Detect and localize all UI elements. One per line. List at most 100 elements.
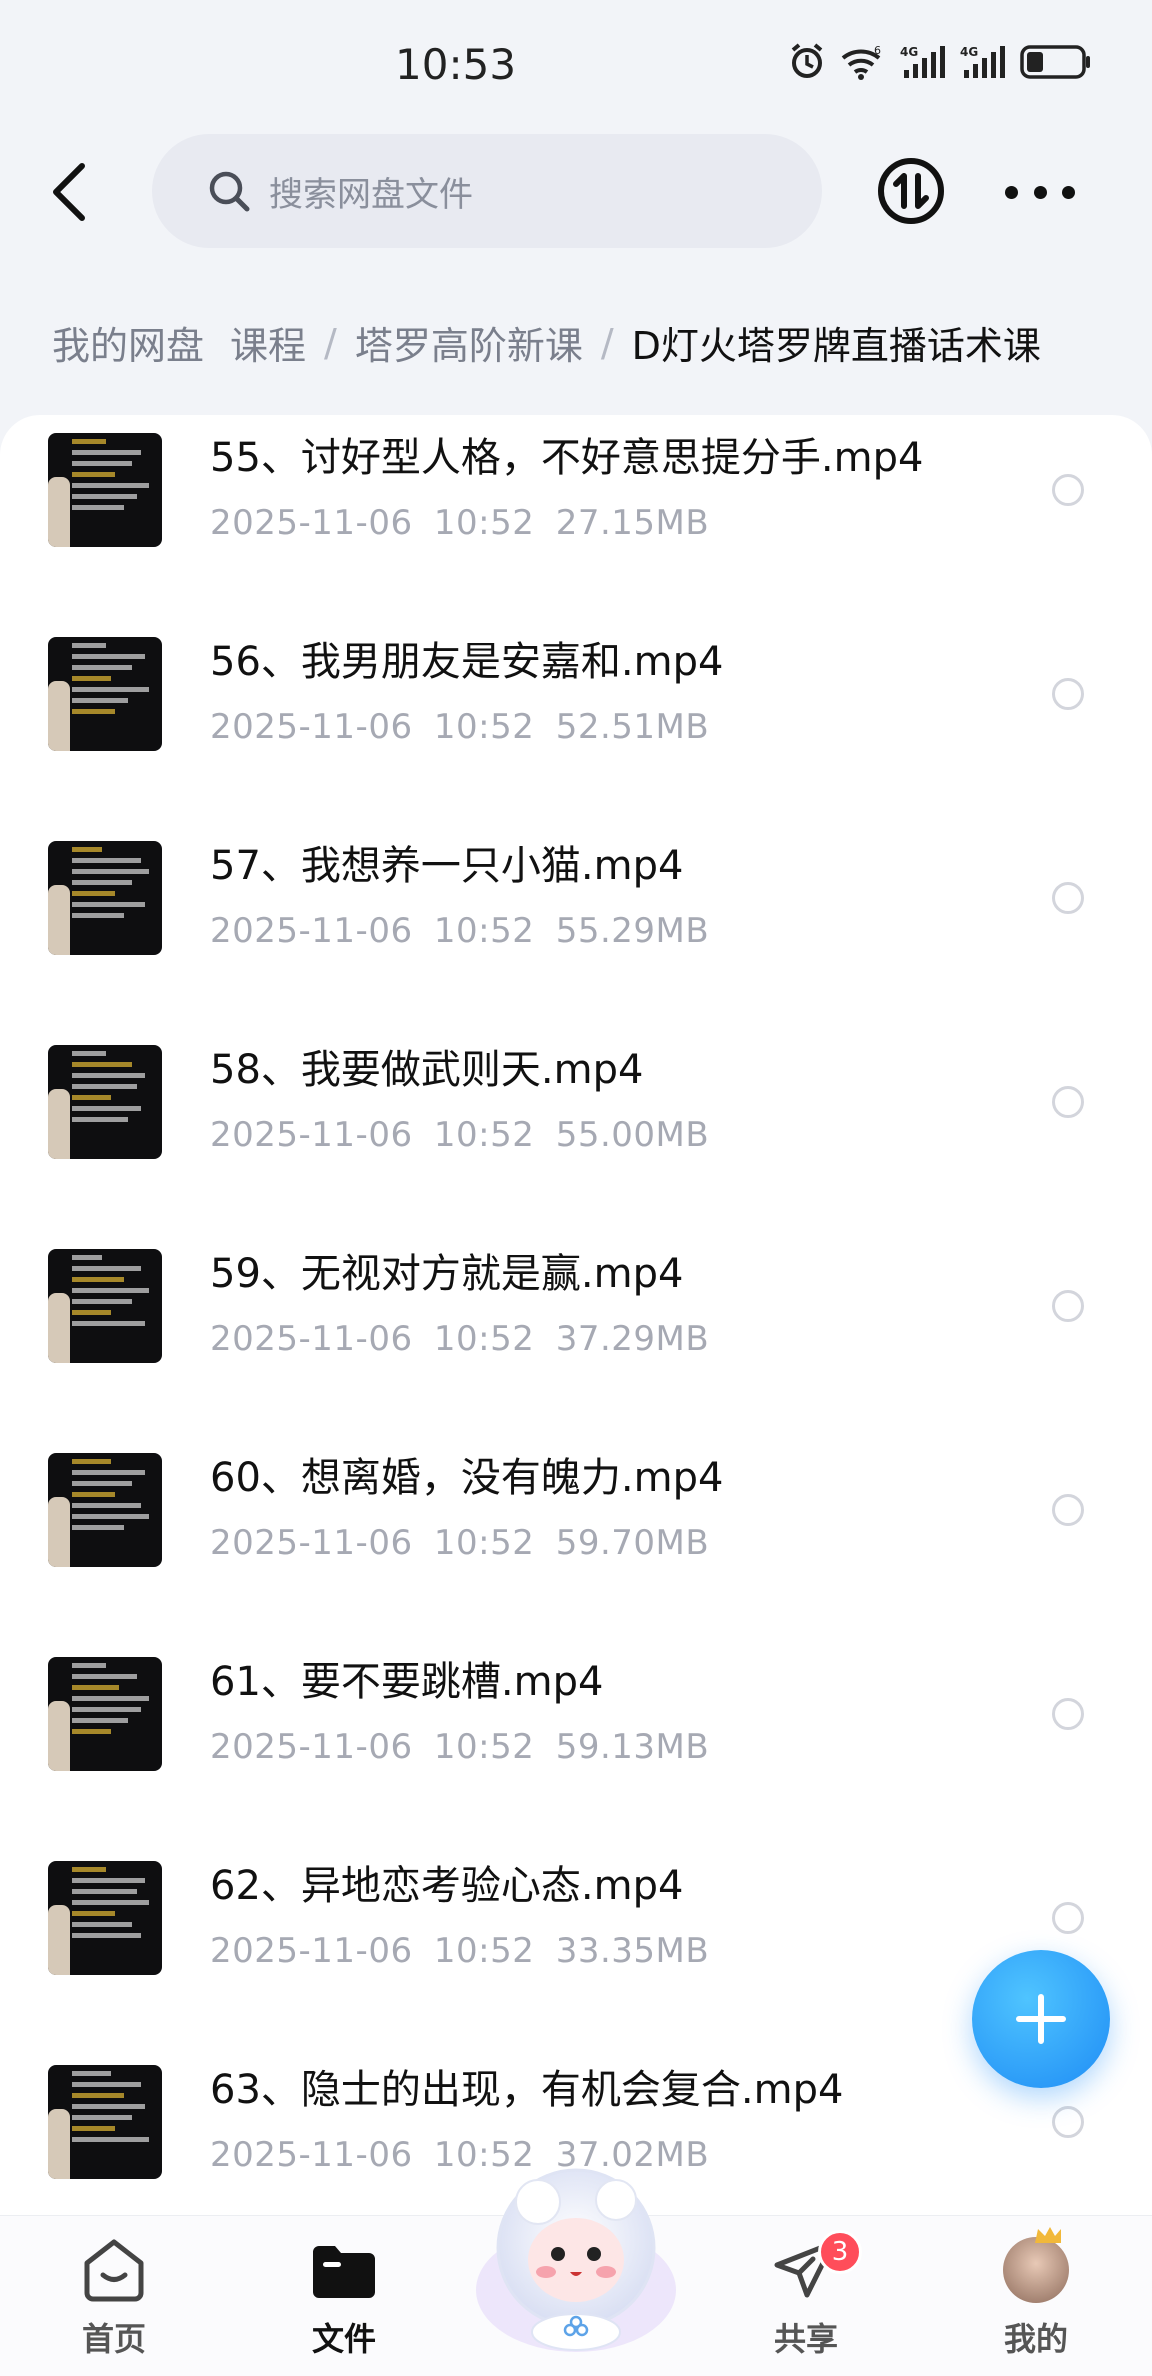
file-time: 10:52 [433, 1727, 535, 1767]
file-size: 55.00MB [555, 1115, 710, 1155]
avatar [1003, 2227, 1069, 2303]
file-date: 2025-11-06 [210, 707, 413, 747]
more-button[interactable] [1005, 174, 1075, 210]
file-date: 2025-11-06 [210, 1727, 413, 1767]
4g-signal-icon: 4G [900, 44, 946, 80]
search-input[interactable]: 搜索网盘文件 [152, 134, 822, 248]
video-thumbnail [48, 637, 162, 751]
mascot-icon [476, 2168, 676, 2352]
file-meta: 2025-11-06 10:52 33.35MB [210, 1931, 709, 1971]
file-size: 59.70MB [555, 1523, 710, 1563]
transfer-icon [878, 158, 944, 224]
4g-signal-icon: 4G [960, 44, 1006, 80]
video-thumbnail [48, 433, 162, 547]
file-meta: 2025-11-06 10:52 55.00MB [210, 1115, 709, 1155]
file-size: 27.15MB [555, 503, 710, 543]
file-size: 59.13MB [555, 1727, 710, 1767]
file-date: 2025-11-06 [210, 911, 413, 951]
file-time: 10:52 [433, 707, 535, 747]
file-name: 58、我要做武则天.mp4 [210, 1047, 644, 1093]
file-row[interactable]: 57、我想养一只小猫.mp4 2025-11-06 10:52 55.29MB [0, 823, 1152, 1027]
mascot-button[interactable] [466, 2150, 686, 2370]
nav-mine[interactable]: 我的 [966, 2227, 1106, 2366]
svg-text:6: 6 [874, 44, 881, 57]
file-time: 10:52 [433, 1115, 535, 1155]
file-meta: 2025-11-06 10:52 52.51MB [210, 707, 709, 747]
file-name: 55、讨好型人格，不好意思提分手.mp4 [210, 435, 924, 481]
file-row[interactable]: 58、我要做武则天.mp4 2025-11-06 10:52 55.00MB [0, 1027, 1152, 1231]
video-thumbnail [48, 1045, 162, 1159]
battery-icon [1020, 44, 1092, 80]
file-row[interactable]: 55、讨好型人格，不好意思提分手.mp4 2025-11-06 10:52 27… [0, 415, 1152, 619]
search-placeholder: 搜索网盘文件 [269, 174, 473, 215]
back-button[interactable] [40, 160, 100, 224]
select-checkbox[interactable] [1052, 474, 1084, 506]
nav-files[interactable]: 文件 [274, 2236, 414, 2366]
file-row[interactable]: 59、无视对方就是赢.mp4 2025-11-06 10:52 37.29MB [0, 1231, 1152, 1435]
file-size: 37.29MB [555, 1319, 710, 1359]
file-time: 10:52 [433, 1319, 535, 1359]
chevron-left-icon [53, 163, 85, 221]
nav-share-label: 共享 [773, 2320, 838, 2358]
file-name: 60、想离婚，没有魄力.mp4 [210, 1455, 724, 1501]
select-checkbox[interactable] [1052, 882, 1084, 914]
search-icon [209, 171, 250, 212]
more-dot-icon [1033, 185, 1047, 199]
file-date: 2025-11-06 [210, 2135, 413, 2175]
breadcrumb-separator: / [600, 320, 614, 365]
video-thumbnail [48, 841, 162, 955]
file-date: 2025-11-06 [210, 1931, 413, 1971]
file-row[interactable]: 56、我男朋友是安嘉和.mp4 2025-11-06 10:52 52.51MB [0, 619, 1152, 823]
file-meta: 2025-11-06 10:52 55.29MB [210, 911, 709, 951]
nav-share[interactable]: 3 共享 [736, 2230, 876, 2366]
select-checkbox[interactable] [1052, 2106, 1084, 2138]
home-icon [77, 2236, 151, 2304]
top-bar: 搜索网盘文件 [0, 130, 1152, 255]
file-name: 59、无视对方就是赢.mp4 [210, 1251, 684, 1297]
status-time: 10:53 [395, 40, 517, 89]
file-name: 56、我男朋友是安嘉和.mp4 [210, 639, 724, 685]
file-name: 62、异地恋考验心态.mp4 [210, 1863, 684, 1909]
svg-text:4G: 4G [900, 45, 918, 59]
select-checkbox[interactable] [1052, 1494, 1084, 1526]
nav-files-label: 文件 [311, 2320, 376, 2358]
file-name: 57、我想养一只小猫.mp4 [210, 843, 684, 889]
select-checkbox[interactable] [1052, 1086, 1084, 1118]
breadcrumb-track: 课程 / 塔罗高阶新课 / D灯火塔罗牌直播话术课 [230, 315, 1041, 370]
file-time: 10:52 [433, 503, 535, 543]
select-checkbox[interactable] [1052, 678, 1084, 710]
add-button[interactable] [972, 1950, 1110, 2088]
crown-icon [1035, 2227, 1061, 2243]
file-meta: 2025-11-06 10:52 27.15MB [210, 503, 709, 543]
nav-mine-label: 我的 [1003, 2320, 1068, 2358]
file-date: 2025-11-06 [210, 503, 413, 543]
video-thumbnail [48, 2065, 162, 2179]
nav-home[interactable]: 首页 [44, 2236, 184, 2366]
more-dot-icon [1062, 185, 1075, 199]
breadcrumb-item[interactable]: 塔罗高阶新课 [355, 315, 583, 370]
video-thumbnail [48, 1453, 162, 1567]
file-time: 10:52 [433, 911, 535, 951]
breadcrumb-home[interactable]: 我的网盘 [28, 309, 229, 376]
file-meta: 2025-11-06 10:52 37.29MB [210, 1319, 709, 1359]
nav-home-label: 首页 [81, 2320, 146, 2358]
file-date: 2025-11-06 [210, 1115, 413, 1155]
file-row[interactable]: 60、想离婚，没有魄力.mp4 2025-11-06 10:52 59.70MB [0, 1435, 1152, 1639]
select-checkbox[interactable] [1052, 1290, 1084, 1322]
folder-icon [307, 2236, 381, 2304]
share-badge: 3 [818, 2230, 862, 2274]
breadcrumb-item[interactable]: 课程 [230, 315, 306, 370]
file-name: 63、隐士的出现，有机会复合.mp4 [210, 2067, 844, 2113]
select-checkbox[interactable] [1052, 1698, 1084, 1730]
file-meta: 2025-11-06 10:52 59.70MB [210, 1523, 709, 1563]
avatar-wrap [999, 2227, 1073, 2304]
file-list: 55、讨好型人格，不好意思提分手.mp4 2025-11-06 10:52 27… [0, 415, 1152, 2215]
transfer-button[interactable] [876, 156, 946, 226]
file-size: 33.35MB [555, 1931, 710, 1971]
svg-text:4G: 4G [960, 45, 978, 59]
plus-icon [1016, 1994, 1066, 2044]
select-checkbox[interactable] [1052, 1902, 1084, 1934]
file-row[interactable]: 61、要不要跳槽.mp4 2025-11-06 10:52 59.13MB [0, 1639, 1152, 1843]
breadcrumb-separator: / [324, 320, 337, 365]
breadcrumb: 我的网盘 课程 / 塔罗高阶新课 / D灯火塔罗牌直播话术课 [0, 305, 1152, 380]
